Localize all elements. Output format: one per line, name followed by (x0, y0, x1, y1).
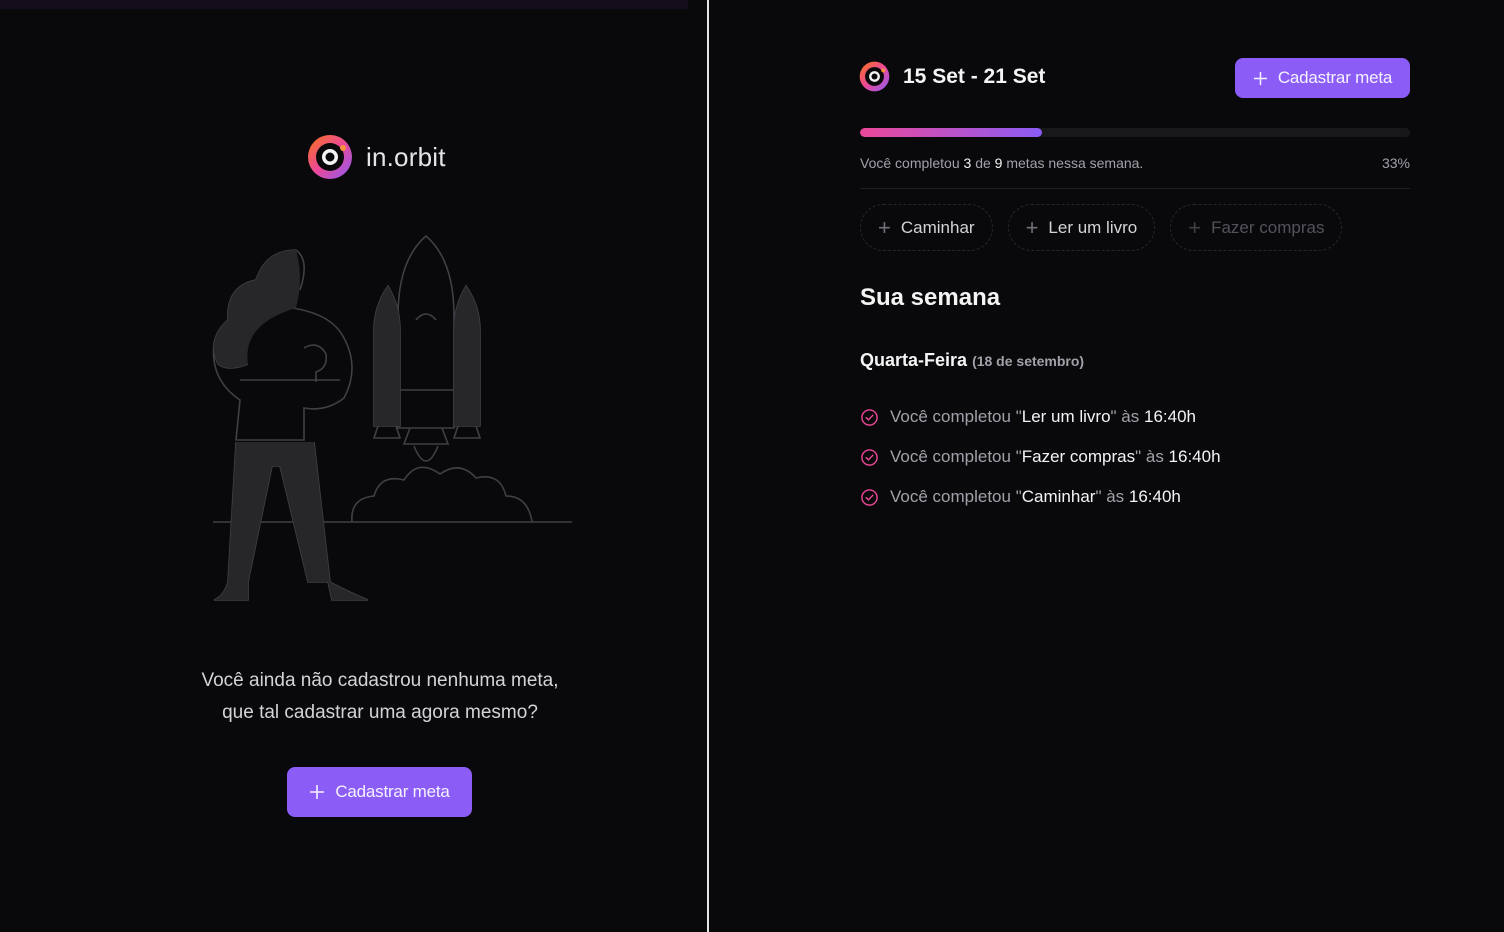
completed-goals-list: Você completou "Ler um livro" às 16:40h … (860, 397, 1221, 517)
day-weekday: Quarta-Feira (860, 350, 968, 370)
entry-mid: " às (1135, 447, 1169, 466)
plus-icon: + (1188, 214, 1202, 240)
entry-mid: " às (1110, 407, 1144, 426)
goal-chip-caminhar[interactable]: + Caminhar (860, 204, 993, 251)
progress-total-count: 9 (994, 155, 1003, 171)
header-create-goal-button[interactable]: Cadastrar meta (1235, 58, 1410, 98)
empty-state-panel: in.orbit Você ainda não cadastrou nenhum… (0, 0, 707, 932)
progress-suffix: metas nessa semana. (1006, 155, 1144, 171)
entry-prefix: Você completou " (890, 487, 1022, 506)
day-date: (18 de setembro) (972, 353, 1085, 369)
brand: in.orbit (307, 134, 446, 180)
entry-goal: Ler um livro (1021, 407, 1111, 426)
entry-goal: Caminhar (1021, 487, 1096, 506)
entry-time: 16:40h (1128, 487, 1181, 506)
header-create-goal-label: Cadastrar meta (1277, 68, 1393, 87)
progress-bar-fill (860, 128, 1042, 137)
separator (860, 188, 1410, 189)
progress-summary: Você completou 3 de 9 metas nessa semana… (860, 155, 1143, 171)
top-bar (0, 0, 688, 9)
progress-prefix: Você completou (860, 155, 960, 171)
entry-goal: Fazer compras (1021, 447, 1136, 466)
orbit-logo-icon (308, 135, 352, 179)
list-item: Você completou "Fazer compras" às 16:40h (860, 437, 1221, 477)
progress-bar (860, 128, 1410, 137)
plus-icon (310, 785, 325, 799)
progress-of: de (975, 155, 991, 171)
week-section-title: Sua semana (860, 284, 1001, 311)
entry-prefix: Você completou " (890, 447, 1022, 466)
create-goal-button[interactable]: Cadastrar meta (287, 767, 472, 817)
goal-chip-label: Fazer compras (1211, 217, 1325, 237)
entry-mid: " às (1095, 487, 1129, 506)
check-circle-icon (861, 408, 878, 426)
empty-state-line-2: que tal cadastrar uma agora mesmo? (222, 702, 538, 723)
pending-goals: + Caminhar + Ler um livro + Fazer compra… (860, 204, 1343, 251)
plus-icon (1253, 71, 1267, 85)
goal-chip-fazer-compras[interactable]: + Fazer compras (1170, 204, 1343, 251)
woman-rocket-illustration (212, 234, 572, 601)
goal-chip-ler-um-livro[interactable]: + Ler um livro (1007, 204, 1156, 251)
progress-percent: 33% (1381, 155, 1410, 171)
plus-icon: + (878, 214, 891, 240)
create-goal-label: Cadastrar meta (335, 782, 450, 801)
week-range: 15 Set - 21 Set (903, 64, 1046, 88)
summary-header: 15 Set - 21 Set (859, 61, 1045, 92)
goal-chip-label: Ler um livro (1048, 217, 1138, 237)
progress-completed-count: 3 (963, 155, 972, 171)
entry-time: 16:40h (1168, 447, 1221, 466)
entry-prefix: Você completou " (890, 407, 1022, 426)
goal-chip-label: Caminhar (900, 217, 975, 237)
list-item: Você completou "Caminhar" às 16:40h (860, 477, 1221, 517)
empty-state-message: Você ainda não cadastrou nenhuma meta, q… (150, 665, 610, 729)
brand-name: in.orbit (366, 141, 446, 172)
list-item: Você completou "Ler um livro" às 16:40h (860, 397, 1221, 437)
empty-state-line-1: Você ainda não cadastrou nenhuma meta, (201, 670, 559, 691)
entry-time: 16:40h (1143, 407, 1196, 426)
plus-icon: + (1025, 214, 1039, 240)
check-circle-icon (861, 448, 878, 466)
check-circle-icon (861, 488, 878, 506)
orbit-logo-icon (859, 61, 890, 92)
day-heading: Quarta-Feira (18 de setembro) (860, 350, 1084, 371)
